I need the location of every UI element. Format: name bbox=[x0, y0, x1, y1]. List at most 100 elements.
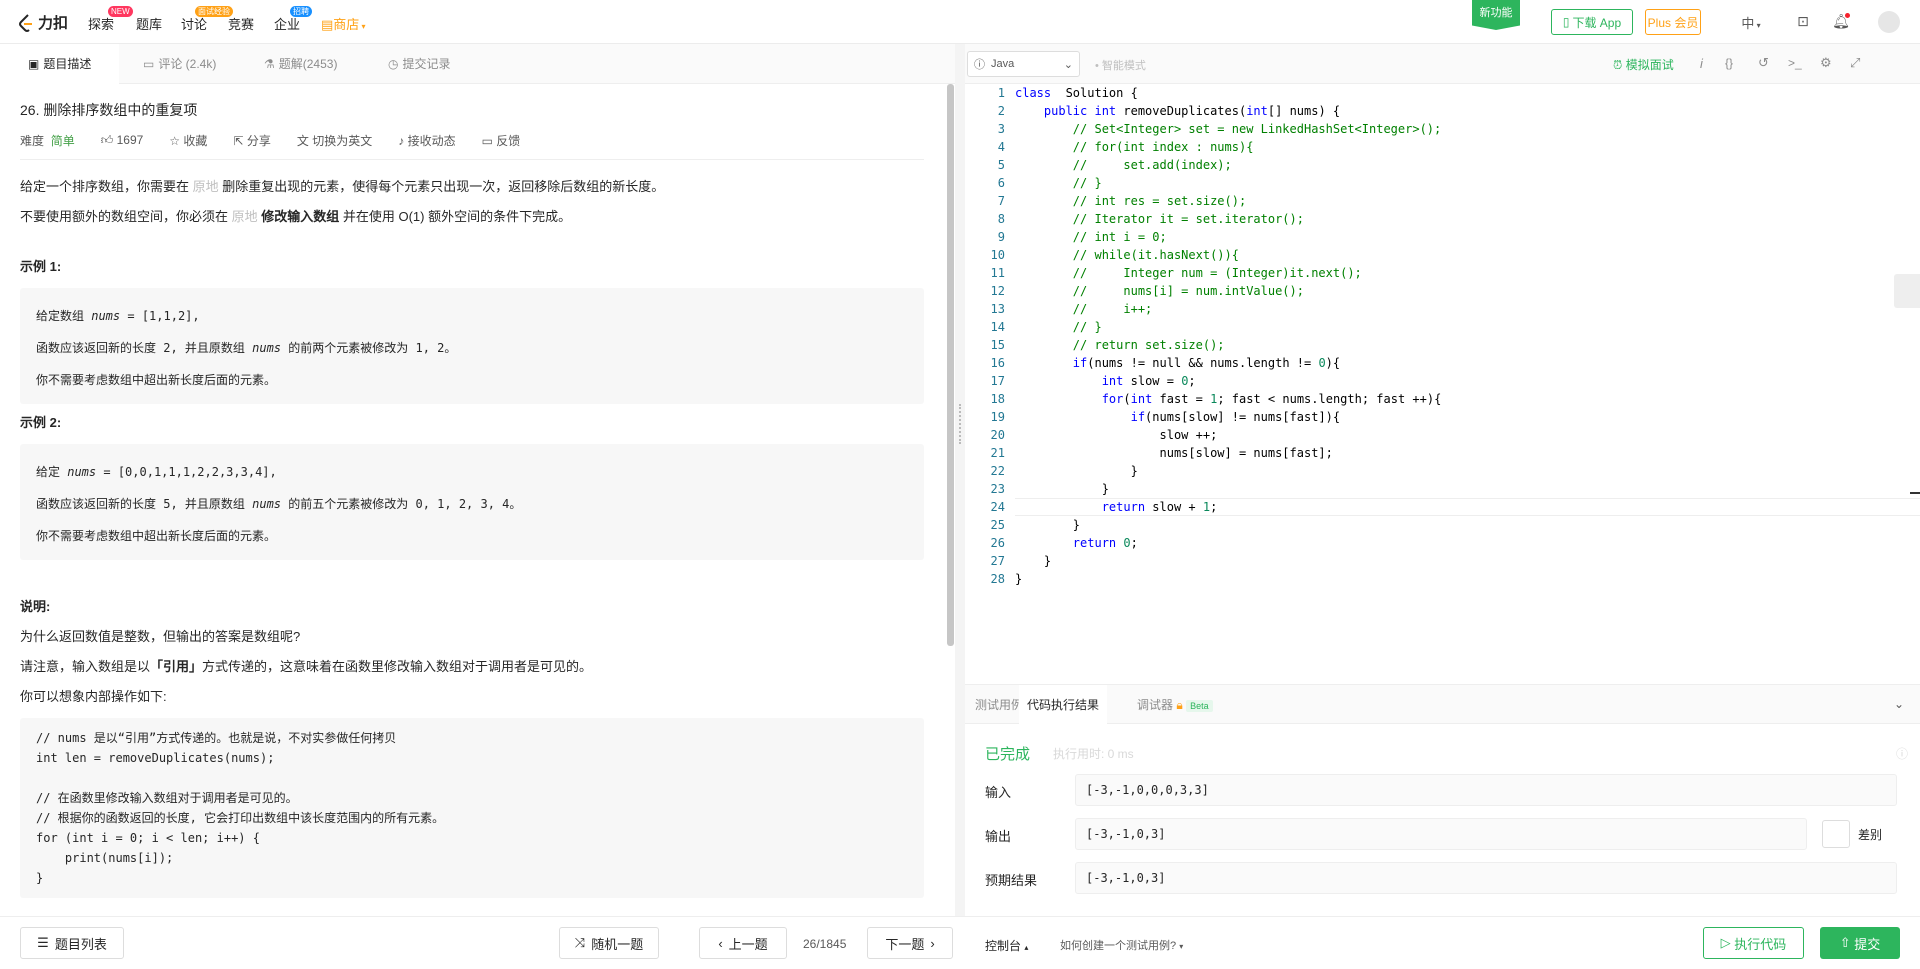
submit-button[interactable]: ⇧ 提交 bbox=[1820, 927, 1900, 959]
bell-icon[interactable]: 🔔︎ bbox=[1832, 13, 1850, 31]
prev-problem-button[interactable]: ‹ 上一题 bbox=[699, 927, 787, 959]
code-line[interactable]: nums[slow] = nums[fast]; bbox=[1015, 444, 1441, 462]
side-panel-toggle[interactable] bbox=[1894, 274, 1920, 308]
code-line[interactable]: slow ++; bbox=[1015, 426, 1441, 444]
download-app-button[interactable]: ▯ 下载 App bbox=[1551, 9, 1633, 35]
chevron-right-icon: › bbox=[930, 935, 935, 951]
tab-comments[interactable]: ▭ 评论 (2.4k) bbox=[143, 44, 216, 84]
code-line[interactable]: // nums[i] = num.intValue(); bbox=[1015, 282, 1441, 300]
settings-icon[interactable]: ⚙ bbox=[1820, 55, 1832, 71]
alarm-icon: ⏰︎ bbox=[1613, 58, 1623, 72]
code-line[interactable]: } bbox=[1015, 570, 1441, 588]
code-line[interactable]: return 0; bbox=[1015, 534, 1441, 552]
diff-checkbox[interactable] bbox=[1822, 820, 1850, 848]
switch-english-button[interactable]: 文 切换为英文 bbox=[297, 132, 372, 149]
nav-store[interactable]: ▤商店 ▾ bbox=[321, 14, 366, 33]
comment-icon: ▭ bbox=[143, 57, 155, 71]
code-line[interactable]: } bbox=[1015, 480, 1441, 498]
mock-interview-button[interactable]: ⏰︎ 模拟面试 bbox=[1613, 56, 1674, 73]
like-button[interactable]: 👍︎ 1697 bbox=[101, 133, 144, 148]
expected-label: 预期结果 bbox=[985, 873, 1038, 888]
code-line[interactable]: // i++; bbox=[1015, 300, 1441, 318]
problem-description: 26. 删除排序数组中的重复项 难度 简单 👍︎ 1697 ☆ 收藏 ⇱ 分享 … bbox=[0, 84, 940, 916]
help-icon[interactable]: ⓘ bbox=[1896, 745, 1908, 762]
code-line[interactable]: return slow + 1; bbox=[1015, 498, 1441, 516]
code-line[interactable]: // set.add(index); bbox=[1015, 156, 1441, 174]
smart-mode-toggle[interactable]: • 智能模式 bbox=[1095, 57, 1146, 73]
tab-solutions[interactable]: ⚗ 题解(2453) bbox=[264, 44, 337, 84]
example-line: 你不需要考虑数组中超出新长度后面的元素。 bbox=[36, 529, 277, 543]
code-line[interactable]: class Solution { bbox=[1015, 84, 1441, 102]
fullscreen-icon[interactable]: ⤢ bbox=[1850, 55, 1860, 71]
nav-discuss[interactable]: 讨论 面试经验 bbox=[181, 6, 233, 33]
tab-submissions[interactable]: ◷ 提交记录 bbox=[388, 44, 451, 84]
follow-button[interactable]: ♪ 接收动态 bbox=[398, 132, 455, 149]
problem-list-button[interactable]: ☰ 题目列表 bbox=[20, 927, 124, 959]
language-select[interactable]: ⓘ Java ⌄ bbox=[967, 51, 1080, 77]
share-button[interactable]: ⇱ 分享 bbox=[233, 132, 270, 149]
terminal-icon[interactable]: >_ bbox=[1788, 56, 1802, 70]
logo[interactable]: 力扣 bbox=[18, 12, 68, 33]
code-line[interactable]: // } bbox=[1015, 318, 1441, 336]
code-editor[interactable]: 1 2 3 4 5 6 7 8 9 10 11 12 13 14 15 16 17 18 19 20 21 22 23 24 2… bbox=[965, 84, 1920, 684]
nav-contest[interactable]: 竞赛 bbox=[228, 14, 254, 33]
left-scrollbar[interactable] bbox=[947, 84, 954, 646]
code-line[interactable]: // Integer num = (Integer)it.next(); bbox=[1015, 264, 1441, 282]
top-nav: 力扣 探索 NEW 题库 讨论 面试经验 竞赛 企业 招聘 ▤商店 ▾ 新功能 ▯ 下载… bbox=[0, 0, 1920, 44]
random-problem-button[interactable]: ⤨ 随机一题 bbox=[559, 927, 659, 959]
nav-problems[interactable]: 题库 bbox=[136, 14, 162, 33]
code-line[interactable]: if(nums != null && nums.length != 0){ bbox=[1015, 354, 1441, 372]
chevron-left-icon: ‹ bbox=[718, 935, 723, 951]
code-content[interactable]: class Solution { public int removeDuplic… bbox=[1015, 84, 1441, 588]
code-line[interactable]: // } bbox=[1015, 174, 1441, 192]
problem-meta: 难度 简单 👍︎ 1697 ☆ 收藏 ⇱ 分享 文 切换为英文 ♪ 接收动态 ▭… bbox=[20, 132, 924, 160]
pane-resizer[interactable] bbox=[955, 44, 965, 916]
code-line[interactable]: public int removeDuplicates(int[] nums) … bbox=[1015, 102, 1441, 120]
nav-company[interactable]: 企业 招聘 bbox=[274, 6, 312, 33]
nav-explore[interactable]: 探索 NEW bbox=[88, 6, 133, 33]
page-indicator: 26/1845 bbox=[803, 937, 847, 951]
code-line[interactable]: // Iterator it = set.iterator(); bbox=[1015, 210, 1441, 228]
example-2-title: 示例 2: bbox=[20, 415, 62, 430]
run-code-button[interactable]: ▷ 执行代码 bbox=[1703, 927, 1804, 959]
code-line[interactable]: // return set.size(); bbox=[1015, 336, 1441, 354]
line-number: 10 bbox=[990, 248, 1005, 262]
feedback-button[interactable]: ▭ 反馈 bbox=[482, 132, 521, 149]
code-line[interactable]: } bbox=[1015, 552, 1441, 570]
code-line[interactable]: if(nums[slow] != nums[fast]){ bbox=[1015, 408, 1441, 426]
code-line[interactable]: int slow = 0; bbox=[1015, 372, 1441, 390]
code-line[interactable]: // int res = set.size(); bbox=[1015, 192, 1441, 210]
bottom-bar: ☰ 题目列表 ⤨ 随机一题 ‹ 上一题 26/1845 下一题 › 控制台 ▴ 如何创建… bbox=[0, 916, 1920, 969]
collect-button[interactable]: ☆ 收藏 bbox=[169, 132, 207, 149]
problem-body: 给定一个排序数组，你需要在 原地 删除重复出现的元素，使得每个元素只出现一次，返… bbox=[20, 178, 924, 898]
collapse-icon[interactable]: ⌄ bbox=[1894, 697, 1904, 711]
editor-toolbar: ⓘ Java ⌄ • 智能模式 ⏰︎ 模拟面试 i {} ↺ >_ ⚙ ⤢ bbox=[965, 44, 1920, 84]
play-icon: ▷ bbox=[1720, 935, 1731, 950]
tab-description[interactable]: ▣ 题目描述 bbox=[0, 44, 120, 84]
next-problem-button[interactable]: 下一题 › bbox=[867, 927, 953, 959]
code-line[interactable]: } bbox=[1015, 462, 1441, 480]
code-line[interactable]: // while(it.hasNext()){ bbox=[1015, 246, 1441, 264]
playground-icon[interactable]: ⊡ bbox=[1794, 13, 1812, 31]
code-line[interactable]: // int i = 0; bbox=[1015, 228, 1441, 246]
avatar[interactable] bbox=[1878, 11, 1900, 33]
code-line[interactable]: // Set<Integer> set = new LinkedHashSet<… bbox=[1015, 120, 1441, 138]
tab-debugger[interactable]: 调试器 🔒︎ Beta bbox=[1137, 685, 1213, 725]
tab-run-result[interactable]: 代码执行结果 bbox=[1019, 685, 1108, 725]
code-line[interactable]: // for(int index : nums){ bbox=[1015, 138, 1441, 156]
store-icon: ▤ bbox=[321, 17, 334, 32]
braces-icon[interactable]: {} bbox=[1725, 56, 1733, 70]
recruit-badge: 招聘 bbox=[290, 6, 312, 17]
console-toggle[interactable]: 控制台 ▴ bbox=[985, 937, 1028, 954]
new-feature-ribbon[interactable]: 新功能 bbox=[1472, 0, 1520, 30]
language-switch[interactable]: 中 ▾ bbox=[1735, 13, 1767, 31]
code-line[interactable]: for(int fast = 1; fast < nums.length; fa… bbox=[1015, 390, 1442, 408]
tab-testcase[interactable]: 测试用例 bbox=[975, 685, 1023, 725]
reset-icon[interactable]: ↺ bbox=[1758, 55, 1769, 71]
plus-member-button[interactable]: Plus 会员 bbox=[1645, 9, 1701, 35]
code-line[interactable]: } bbox=[1015, 516, 1441, 534]
info-icon[interactable]: i bbox=[1700, 56, 1703, 71]
diff-toggle[interactable]: 差别 bbox=[1822, 818, 1897, 850]
create-testcase-help[interactable]: 如何创建一个测试用例? ▾ bbox=[1060, 937, 1183, 953]
